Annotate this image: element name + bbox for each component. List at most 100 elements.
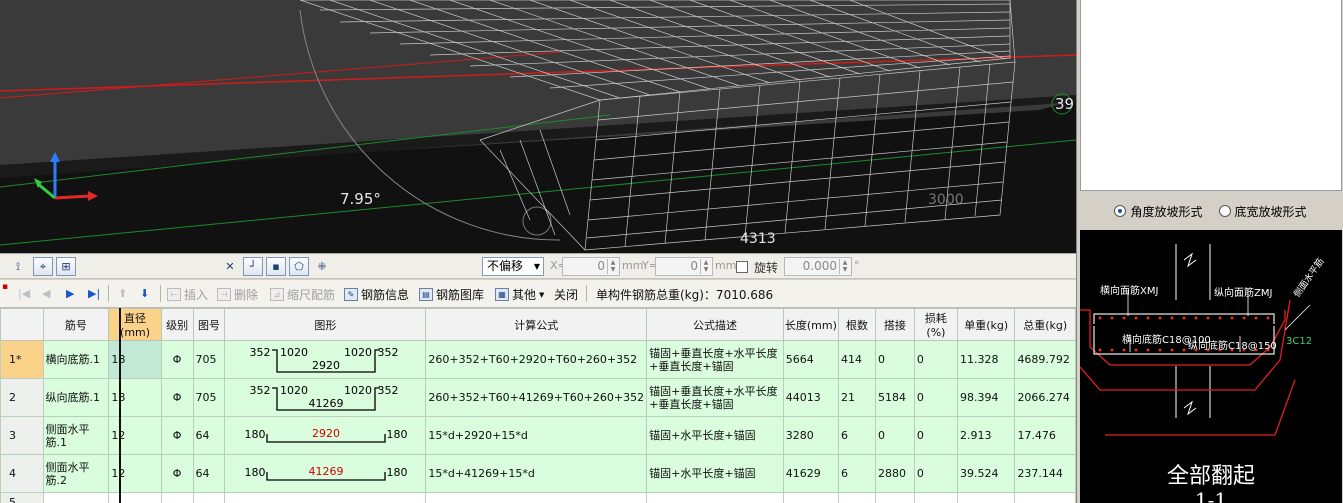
- spinner-icon[interactable]: ▲ ▼: [700, 259, 711, 274]
- column-header[interactable]: 级别: [160, 308, 194, 341]
- cell-name[interactable]: 横向底筋.1: [42, 340, 110, 379]
- column-header[interactable]: 总重(kg): [1014, 308, 1076, 341]
- spinner-icon[interactable]: ▲ ▼: [839, 259, 850, 274]
- rebar-shape-cell[interactable]: 180 2920 180: [224, 416, 427, 455]
- spinner-icon[interactable]: ▲ ▼: [607, 259, 618, 274]
- cell-fig-no[interactable]: 705: [192, 378, 226, 417]
- column-header[interactable]: 公式描述: [646, 308, 784, 341]
- table-row[interactable]: 1*横向底筋.118Φ705 352 1020 2920 1020 352 260+352+…: [0, 340, 1076, 379]
- radio-unchecked-icon[interactable]: [1218, 205, 1231, 217]
- row-number[interactable]: 5: [0, 492, 44, 503]
- rebar-shape-cell[interactable]: 352 1020 41269 1020 352: [224, 378, 427, 417]
- midpoint-snap-icon[interactable]: ▪: [266, 257, 286, 276]
- empty-cell[interactable]: [874, 492, 915, 503]
- cell-formula[interactable]: 15*d+2920+15*d: [425, 416, 648, 455]
- cell-grade[interactable]: Φ: [160, 416, 194, 455]
- cell-count[interactable]: 21: [837, 378, 876, 417]
- center-snap-icon[interactable]: ⁜: [312, 257, 332, 276]
- cell-loss[interactable]: 0: [913, 340, 959, 379]
- table-row[interactable]: 3侧面水平筋.112Φ64 180 2920 180 15*d+2920+15*d锚固+…: [0, 416, 1076, 455]
- cell-total-weight[interactable]: 2066.274: [1014, 378, 1076, 417]
- cell-name[interactable]: 侧面水平筋.1: [42, 416, 110, 455]
- column-header[interactable]: 单重(kg): [956, 308, 1016, 341]
- cell-length[interactable]: 41629: [782, 454, 839, 493]
- cell-desc[interactable]: 锚固+垂直长度+水平长度+垂直长度+锚固: [646, 340, 784, 379]
- empty-cell[interactable]: [1014, 492, 1076, 503]
- cell-formula[interactable]: 260+352+T60+2920+T60+260+352: [425, 340, 648, 379]
- rotate-input[interactable]: 0.000 ▲ ▼: [784, 257, 852, 276]
- rebar-info-button[interactable]: ✎ 钢筋信息: [344, 286, 409, 303]
- cross-snap-icon[interactable]: ✕: [220, 257, 240, 276]
- cell-total-weight[interactable]: 17.476: [1014, 416, 1076, 455]
- close-button[interactable]: 关闭: [554, 286, 578, 303]
- empty-cell[interactable]: [646, 492, 784, 503]
- cell-unit-weight[interactable]: 2.913: [956, 416, 1016, 455]
- row-number[interactable]: 1*: [0, 340, 44, 379]
- empty-cell[interactable]: [192, 492, 226, 503]
- pick-icon[interactable]: ⟟: [8, 257, 28, 276]
- empty-cell[interactable]: [224, 492, 427, 503]
- rebar-shape-cell[interactable]: 180 41269 180: [224, 454, 427, 493]
- cell-count[interactable]: 414: [837, 340, 876, 379]
- row-number[interactable]: 4: [0, 454, 44, 493]
- cell-desc[interactable]: 锚固+水平长度+锚固: [646, 454, 784, 493]
- calculator-icon[interactable]: ⊞: [56, 257, 76, 276]
- empty-cell[interactable]: [42, 492, 110, 503]
- cell-diameter[interactable]: 18: [108, 378, 162, 417]
- slope-option-angle[interactable]: 角度放坡形式: [1114, 203, 1203, 220]
- slope-option-width[interactable]: 底宽放坡形式: [1218, 203, 1307, 220]
- column-header[interactable]: 搭接: [874, 308, 915, 341]
- column-header[interactable]: 损耗(%): [913, 308, 959, 341]
- cell-lap[interactable]: 2880: [874, 454, 915, 493]
- cell-unit-weight[interactable]: 39.524: [956, 454, 1016, 493]
- other-menu-button[interactable]: ▦ 其他 ▼: [495, 286, 544, 303]
- cell-count[interactable]: 6: [837, 416, 876, 455]
- column-header[interactable]: 筋号: [42, 308, 110, 341]
- rotate-checkbox[interactable]: [736, 261, 748, 273]
- cell-name[interactable]: 侧面水平筋.2: [42, 454, 110, 493]
- empty-cell[interactable]: [956, 492, 1016, 503]
- column-header[interactable]: 直径(mm): [108, 308, 162, 341]
- cell-desc[interactable]: 锚固+水平长度+锚固: [646, 416, 784, 455]
- row-number[interactable]: 3: [0, 416, 44, 455]
- cell-lap[interactable]: 0: [874, 416, 915, 455]
- cell-unit-weight[interactable]: 98.394: [956, 378, 1016, 417]
- table-row[interactable]: 5: [0, 492, 1076, 503]
- move-up-icon[interactable]: ⬆: [118, 287, 127, 300]
- table-row[interactable]: 2纵向底筋.118Φ705 352 1020412691020 352 260+352+…: [0, 378, 1076, 417]
- cell-desc[interactable]: 锚固+垂直长度+水平长度+垂直长度+锚固: [646, 378, 784, 417]
- rebar-library-button[interactable]: ▤ 钢筋图库: [419, 286, 484, 303]
- cell-length[interactable]: 5664: [782, 340, 839, 379]
- cell-formula[interactable]: 260+352+T60+41269+T60+260+352: [425, 378, 648, 417]
- cell-grade[interactable]: Φ: [160, 340, 194, 379]
- row-number[interactable]: 2: [0, 378, 44, 417]
- cell-lap[interactable]: 0: [874, 340, 915, 379]
- empty-cell[interactable]: [913, 492, 959, 503]
- empty-cell[interactable]: [782, 492, 839, 503]
- panel-close-icon[interactable]: ▪: [2, 282, 8, 292]
- cell-fig-no[interactable]: 705: [192, 340, 226, 379]
- cell-grade[interactable]: Φ: [160, 378, 194, 417]
- cell-count[interactable]: 6: [837, 454, 876, 493]
- move-down-icon[interactable]: ⬇: [140, 287, 149, 300]
- cell-fig-no[interactable]: 64: [192, 416, 226, 455]
- radio-checked-icon[interactable]: [1114, 205, 1127, 217]
- column-header[interactable]: 长度(mm): [782, 308, 839, 341]
- cell-diameter[interactable]: 12: [108, 454, 162, 493]
- column-header[interactable]: 图形: [224, 308, 427, 341]
- empty-cell[interactable]: [108, 492, 162, 503]
- next-record-icon[interactable]: ▶: [66, 287, 74, 300]
- column-header[interactable]: 根数: [837, 308, 876, 341]
- cell-name[interactable]: 纵向底筋.1: [42, 378, 110, 417]
- corner-header[interactable]: [0, 308, 44, 341]
- rebar-shape-cell[interactable]: 352 1020 2920 1020 352: [224, 340, 427, 379]
- cell-fig-no[interactable]: 64: [192, 454, 226, 493]
- endpoint-snap-icon[interactable]: ┘: [243, 257, 263, 276]
- insert-button[interactable]: ⊢ 插入: [167, 286, 208, 303]
- prev-record-icon[interactable]: ◀: [42, 287, 50, 300]
- cell-grade[interactable]: Φ: [160, 454, 194, 493]
- offset-select[interactable]: 不偏移 ▼: [482, 257, 544, 276]
- cell-loss[interactable]: 0: [913, 378, 959, 417]
- column-header[interactable]: 图号: [192, 308, 226, 341]
- empty-cell[interactable]: [425, 492, 648, 503]
